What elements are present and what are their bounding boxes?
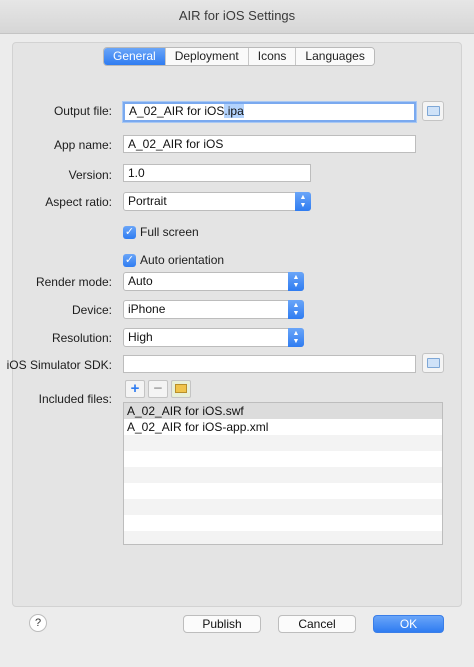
empty-row	[124, 531, 442, 544]
output-file-value-extension: .ipa	[224, 104, 244, 118]
render-mode-select[interactable]: Auto ▲ ▼	[123, 272, 304, 291]
ok-button[interactable]: OK	[373, 615, 444, 633]
ios-simulator-sdk-label: iOS Simulator SDK:	[6, 358, 112, 372]
plus-icon: +	[130, 380, 140, 397]
device-select[interactable]: iPhone ▲ ▼	[123, 300, 304, 319]
output-file-label: Output file:	[53, 104, 112, 118]
aspect-ratio-value: Portrait	[128, 194, 167, 208]
aspect-ratio-select[interactable]: Portrait ▲ ▼	[123, 192, 311, 211]
full-screen-label: Full screen	[140, 225, 199, 239]
cancel-button[interactable]: Cancel	[278, 615, 356, 633]
publish-button[interactable]: Publish	[183, 615, 261, 633]
empty-row	[124, 483, 442, 499]
add-file-button[interactable]: +	[125, 380, 145, 398]
window-title: AIR for iOS Settings	[0, 0, 474, 34]
app-name-field[interactable]: A_02_AIR for iOS	[123, 135, 416, 153]
resolution-label: Resolution:	[51, 331, 112, 345]
empty-row	[124, 451, 442, 467]
remove-file-button[interactable]: −	[148, 380, 168, 398]
tab-deployment[interactable]: Deployment	[165, 48, 249, 65]
version-field[interactable]: 1.0	[123, 164, 311, 182]
folder-icon	[427, 106, 440, 116]
chevron-up-down-icon: ▲ ▼	[288, 328, 304, 347]
tab-languages[interactable]: Languages	[296, 48, 374, 65]
included-files-list[interactable]: A_02_AIR for iOS.swf A_02_AIR for iOS-ap…	[123, 402, 443, 545]
aspect-ratio-label: Aspect ratio:	[45, 195, 112, 209]
device-label: Device:	[71, 303, 112, 317]
full-screen-checkbox[interactable]: ✓ Full screen	[123, 225, 199, 239]
tab-icons[interactable]: Icons	[248, 48, 297, 65]
settings-window: AIR for iOS Settings General Deployment …	[0, 0, 474, 667]
tab-general[interactable]: General	[104, 48, 166, 65]
render-mode-value: Auto	[128, 274, 153, 288]
chevron-up-down-icon: ▲ ▼	[288, 300, 304, 319]
minus-icon: −	[153, 380, 163, 397]
folder-icon	[427, 358, 440, 368]
ios-simulator-sdk-browse-button[interactable]	[422, 353, 444, 373]
output-file-browse-button[interactable]	[422, 101, 444, 121]
empty-row	[124, 515, 442, 531]
resolution-select[interactable]: High ▲ ▼	[123, 328, 304, 347]
chevron-up-down-icon: ▲ ▼	[295, 192, 311, 211]
auto-orientation-label: Auto orientation	[140, 253, 225, 267]
empty-row	[124, 467, 442, 483]
app-name-label: App name:	[53, 138, 112, 152]
add-folder-button[interactable]	[171, 380, 191, 398]
empty-row	[124, 499, 442, 515]
empty-row	[124, 435, 442, 451]
list-item[interactable]: A_02_AIR for iOS.swf	[124, 403, 442, 419]
tab-bar: General Deployment Icons Languages	[103, 47, 375, 66]
version-label: Version:	[68, 168, 112, 182]
chevron-up-down-icon: ▲ ▼	[288, 272, 304, 291]
output-file-value-prefix: A_02_AIR for iOS	[129, 104, 225, 118]
auto-orientation-checkbox[interactable]: ✓ Auto orientation	[123, 253, 224, 267]
checkmark-icon: ✓	[123, 253, 136, 267]
resolution-value: High	[128, 330, 153, 344]
included-files-label: Included files:	[38, 392, 112, 406]
ios-simulator-sdk-field[interactable]	[123, 355, 416, 373]
checkmark-icon: ✓	[123, 225, 136, 239]
output-file-field[interactable]: A_02_AIR for iOS.ipa	[123, 102, 416, 122]
list-item[interactable]: A_02_AIR for iOS-app.xml	[124, 419, 442, 435]
device-value: iPhone	[128, 302, 166, 316]
help-button[interactable]: ?	[29, 614, 47, 632]
render-mode-label: Render mode:	[35, 275, 112, 289]
folder-add-icon	[175, 384, 187, 393]
